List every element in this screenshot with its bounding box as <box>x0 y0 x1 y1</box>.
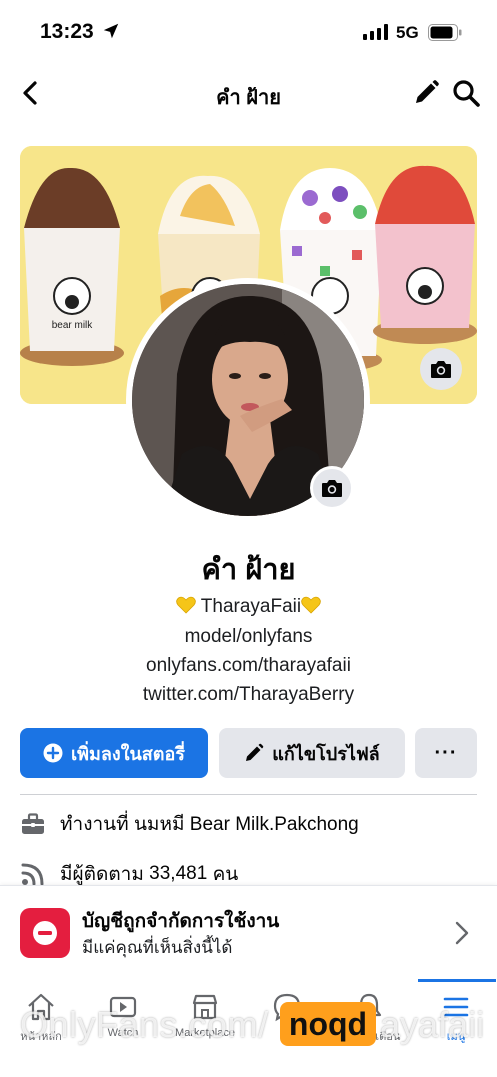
restricted-account-banner[interactable]: บัญชีถูกจำกัดการใช้งาน มีแค่คุณที่เห็นสิ… <box>0 885 497 979</box>
yellow-heart-icon <box>301 596 321 614</box>
banner-subtitle: มีแค่คุณที่เห็นสิ่งนี้ได้ <box>82 938 233 957</box>
bio-name: TharayaFaii <box>200 596 302 617</box>
edit-profile-button[interactable]: แก้ไขโปรไฟล์ <box>219 728 405 778</box>
watermark-logo: noqd <box>280 1002 376 1046</box>
change-cover-camera-button[interactable] <box>420 348 462 390</box>
search-icon[interactable] <box>452 79 480 107</box>
camera-icon <box>431 361 451 378</box>
more-options-label: ··· <box>434 741 458 764</box>
section-divider <box>20 794 477 795</box>
status-bar: 13:23 5G <box>0 0 497 64</box>
plus-circle-icon <box>43 743 63 763</box>
nav-bar: คำ ฝ้าย <box>0 64 497 124</box>
edit-profile-label: แก้ไขโปรไฟล์ <box>272 743 380 764</box>
work-prefix: ทำงานที่ <box>60 814 129 835</box>
bio-line-1: TharayaFaii <box>0 596 497 618</box>
bio-line-3[interactable]: onlyfans.com/tharayafaii <box>0 655 497 677</box>
work-place[interactable]: นมหมี Bear Milk.Pakchong <box>134 809 359 839</box>
banner-title: บัญชีถูกจำกัดการใช้งาน <box>82 911 280 932</box>
signal-icon <box>363 24 388 40</box>
status-time: 13:23 <box>40 20 94 43</box>
restricted-icon <box>20 908 70 958</box>
active-tab-indicator <box>418 979 496 982</box>
battery-icon <box>428 24 462 41</box>
network-type: 5G <box>396 23 419 42</box>
camera-icon <box>322 480 342 497</box>
followers-count: 33,481 <box>149 863 208 884</box>
bio-line-4[interactable]: twitter.com/TharayaBerry <box>0 684 497 706</box>
briefcase-icon <box>22 813 44 834</box>
add-to-story-button[interactable]: เพิ่มลงในสตอรี่ <box>20 728 208 778</box>
add-to-story-label: เพิ่มลงในสตอรี่ <box>71 743 185 764</box>
pencil-icon <box>246 743 264 761</box>
location-arrow-icon <box>103 23 119 39</box>
bio-line-2: model/onlyfans <box>184 626 313 647</box>
watermark-text-right: ayafaii <box>380 1004 485 1045</box>
change-avatar-camera-button[interactable] <box>310 466 354 510</box>
rss-followers-icon <box>21 863 44 886</box>
chevron-right-icon <box>455 921 469 945</box>
detail-work: ทำงานที่ นมหมี Bear Milk.Pakchong <box>20 808 359 840</box>
cup-brand-1: bear milk <box>52 320 94 331</box>
pencil-icon[interactable] <box>412 79 440 107</box>
profile-name: คำ ฝ้าย <box>201 554 296 586</box>
more-options-button[interactable]: ··· <box>415 728 477 778</box>
yellow-heart-icon <box>176 596 196 614</box>
watermark-text-left: OnlyFans.com/ <box>20 1004 269 1045</box>
